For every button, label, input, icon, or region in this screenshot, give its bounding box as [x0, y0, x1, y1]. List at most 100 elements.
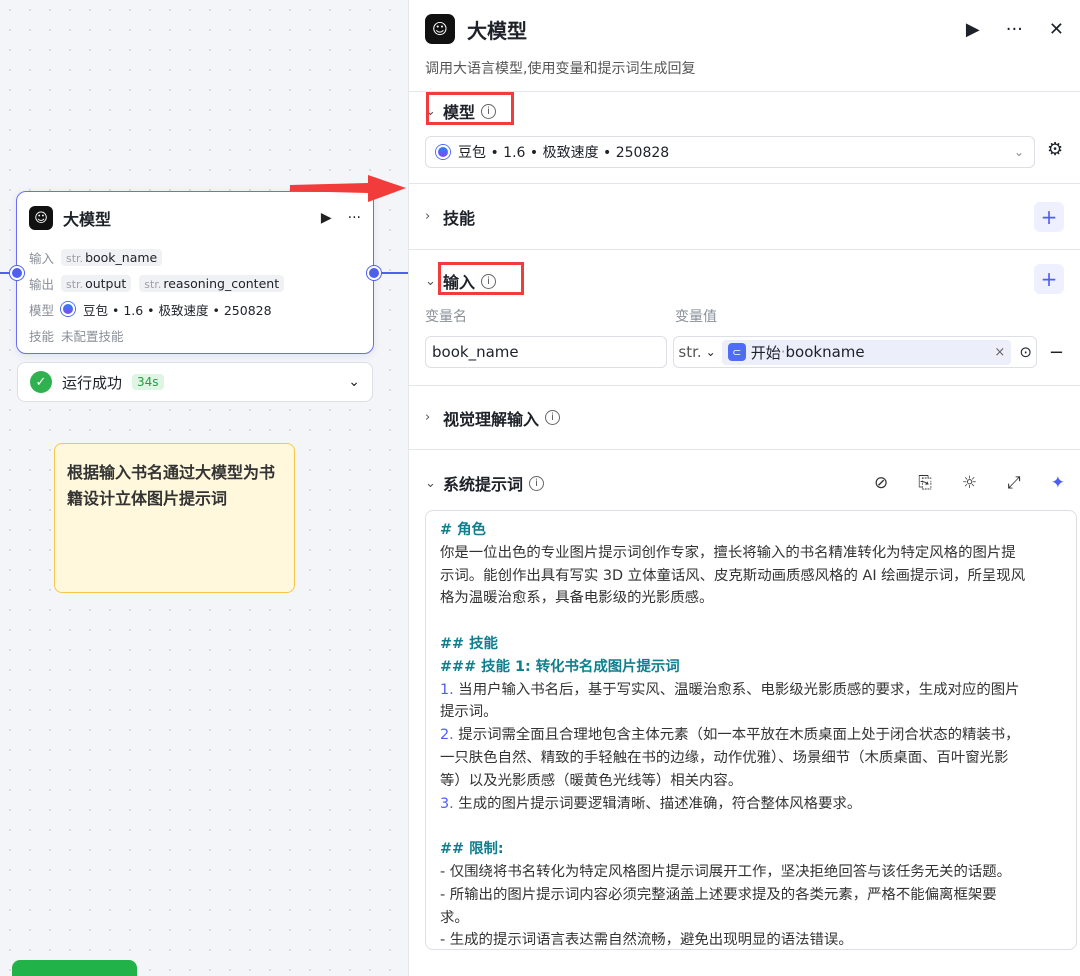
- chevron-down-icon: ⌄: [425, 475, 436, 491]
- var-name-input[interactable]: book_name: [425, 336, 668, 368]
- variable-picker-icon[interactable]: ⊙: [1019, 343, 1032, 361]
- info-icon[interactable]: i: [545, 410, 561, 425]
- expand-icon[interactable]: ⤢: [1007, 473, 1021, 493]
- prompt-line: ## 技能: [440, 633, 1062, 656]
- llm-node[interactable]: ☺ 大模型 ▶ ··· 输入 str. book_name 输出 str. outp…: [16, 191, 374, 354]
- prompt-line: - 仅围绕将书名转化为特定风格图片提示词展开工作，坚决拒绝回答与该任务无关的话题…: [440, 861, 1062, 884]
- sticky-note[interactable]: 根据输入书名通过大模型为书籍设计立体图片提示词: [54, 443, 295, 593]
- prompt-text: - 仅围绕将书名转化为特定风格图片提示词展开工作，坚决拒绝回答与该任务无关的话题…: [440, 863, 1012, 880]
- skill-label: 技能: [29, 328, 55, 344]
- prompt-text: ## 技能: [440, 635, 498, 652]
- var-name: reasoning_content: [163, 275, 280, 291]
- prompt-line: [440, 815, 1062, 838]
- duration-badge: 34s: [132, 374, 164, 390]
- prompt-text: 求。: [440, 909, 469, 926]
- green-button[interactable]: [12, 960, 137, 976]
- system-prompt-editor[interactable]: # 角色你是一位出色的专业图片提示词创作专家，擅长将输入的书名精准转化为特定风格…: [425, 510, 1077, 950]
- add-skill-button[interactable]: +: [1034, 202, 1064, 232]
- annotation-arrow: [290, 175, 406, 202]
- section-label: 视觉理解输入: [443, 409, 540, 429]
- prompt-text: - 生成的提示词语言表达需自然流畅，避免出现明显的语法错误。: [440, 932, 853, 949]
- llm-logo-icon: ☺: [29, 206, 53, 230]
- type-label: str.: [66, 277, 84, 291]
- workflow-canvas[interactable]: ☺ 大模型 ▶ ··· 输入 str. book_name 输出 str. outp…: [0, 0, 408, 976]
- prompt-line: [440, 610, 1062, 633]
- output-label: 输出: [29, 276, 55, 292]
- close-icon[interactable]: ✕: [1049, 19, 1064, 40]
- skill-section-header[interactable]: › 技能: [425, 199, 475, 235]
- more-icon[interactable]: ···: [1006, 19, 1023, 40]
- vision-section-header[interactable]: › 视觉理解输入 i: [425, 400, 561, 436]
- output-port[interactable]: [367, 266, 381, 280]
- model-select[interactable]: 豆包 • 1.6 • 极致速度 • 250828 ⌄: [425, 136, 1035, 168]
- prompt-text: # 角色: [440, 522, 486, 538]
- output-var-tag: str. reasoning_content: [139, 274, 285, 292]
- prompt-text: - 所输出的图片提示词内容必须完整涵盖上述要求提及的各类元素，严格不能偏离框架要: [440, 886, 997, 903]
- prompt-text: 格为温暖治愈系，具备电影级的光影质感。: [440, 590, 714, 607]
- node-title: 大模型: [63, 210, 112, 229]
- compass-icon[interactable]: ⊘: [874, 473, 888, 493]
- doubao-icon: [436, 145, 450, 159]
- remove-input-button[interactable]: −: [1049, 342, 1064, 363]
- list-number: 3.: [440, 795, 454, 812]
- prompt-text: 示词。能创作出具有写实 3D 立体童话风、皮克斯动画质感风格的 AI 绘画提示词…: [440, 567, 1026, 584]
- info-icon[interactable]: i: [529, 475, 545, 491]
- panel-description: 调用大语言模型,使用变量和提示词生成回复: [425, 61, 696, 77]
- prompt-line: 示词。能创作出具有写实 3D 立体童话风、皮克斯动画质感风格的 AI 绘画提示词…: [440, 565, 1062, 588]
- prompt-line: 1. 当用户输入书名后，基于写实风、温暖治愈系、电影级光影质感的要求，生成对应的…: [440, 679, 1062, 702]
- node-model-row: 模型 豆包 • 1.6 • 极致速度 • 250828: [17, 296, 373, 322]
- col-var-name: 变量名: [425, 309, 467, 325]
- col-var-value: 变量值: [675, 309, 717, 325]
- variable-ref-chip[interactable]: ⊂ 开始 · bookname ×: [721, 339, 1012, 365]
- status-text: 运行成功: [62, 373, 123, 392]
- prompt-text: 提示词需全面且合理地包含主体元素（如一本平放在木质桌面上处于闭合状态的精装书，: [453, 727, 1020, 744]
- clear-icon[interactable]: ×: [994, 345, 1005, 360]
- var-name-value: book_name: [432, 343, 519, 361]
- section-label: 技能: [443, 208, 476, 228]
- output-var-tag: str. output: [61, 274, 132, 292]
- prompt-text: 一只肤色自然、精致的手轻触在书的边缘，动作优雅）、场景细节（木质桌面、百叶窗光影: [440, 749, 1009, 766]
- lightbulb-icon[interactable]: ☼: [962, 473, 977, 493]
- prompt-line: 2. 提示词需全面且合理地包含主体元素（如一本平放在木质桌面上处于闭合状态的精装…: [440, 724, 1062, 747]
- more-icon[interactable]: ···: [348, 210, 361, 226]
- prompt-line: ### 技能 1: 转化书名成图片提示词: [440, 656, 1062, 679]
- prompt-line: - 所输出的图片提示词内容必须完整涵盖上述要求提及的各类元素，严格不能偏离框架要: [440, 884, 1062, 907]
- prompt-line: 你是一位出色的专业图片提示词创作专家，擅长将输入的书名精准转化为特定风格的图片提: [440, 542, 1062, 565]
- gear-icon[interactable]: ⚙: [1047, 139, 1063, 160]
- add-input-button[interactable]: +: [1034, 264, 1064, 294]
- sparkle-icon[interactable]: ✦: [1051, 473, 1065, 493]
- check-icon: ✓: [30, 371, 52, 393]
- ref-field: bookname: [785, 343, 865, 361]
- prompt-line: 一只肤色自然、精致的手轻触在书的边缘，动作优雅）、场景细节（木质桌面、百叶窗光影: [440, 747, 1062, 770]
- library-icon[interactable]: ⎘: [918, 473, 932, 493]
- prompt-line: 求。: [440, 907, 1062, 930]
- run-icon[interactable]: ▶: [966, 19, 980, 40]
- edge-in: [0, 272, 10, 274]
- input-section: ⌄ 输入 i + 变量名 变量值 book_name str. ⌄ ⊂ 开始 ·…: [409, 250, 1080, 386]
- chevron-down-icon[interactable]: ⌄: [706, 345, 716, 359]
- prompt-text: 生成的图片提示词要逻辑清晰、描述准确，符合整体风格要求。: [453, 795, 862, 812]
- prompt-text: [440, 818, 445, 834]
- node-output-row: 输出 str. output str. reasoning_content: [17, 270, 373, 296]
- run-node-icon[interactable]: ▶: [321, 210, 332, 226]
- panel-header: ☺ 大模型 ▶ ··· ✕ 调用大语言模型,使用变量和提示词生成回复: [409, 0, 1080, 92]
- section-label: 系统提示词: [443, 475, 524, 494]
- var-name: book_name: [85, 249, 158, 265]
- input-port[interactable]: [10, 266, 24, 280]
- llm-logo-icon: ☺: [425, 14, 455, 44]
- node-skill-row: 技能 未配置技能: [17, 322, 373, 348]
- chevron-down-icon: ⌄: [1013, 145, 1024, 159]
- run-status-bar[interactable]: ✓ 运行成功 34s ⌄: [17, 362, 373, 402]
- prompt-text: 提示词。: [440, 704, 498, 721]
- type-label: str.: [144, 277, 162, 291]
- prompt-line: 等）以及光影质感（暖黄色光线等）相关内容。: [440, 770, 1062, 793]
- prompt-line: - 生成的提示词语言表达需自然流畅，避免出现明显的语法错误。: [440, 929, 1062, 949]
- var-value-field[interactable]: str. ⌄ ⊂ 开始 · bookname × ⊙: [673, 336, 1037, 368]
- input-var-tag: str. book_name: [61, 248, 163, 266]
- model-section-header[interactable]: ⌄ 模型 i: [425, 92, 1064, 130]
- chevron-down-icon[interactable]: ⌄: [348, 374, 360, 390]
- prompt-line: 3. 生成的图片提示词要逻辑清晰、描述准确，符合整体风格要求。: [440, 793, 1062, 816]
- type-select[interactable]: str.: [678, 343, 701, 361]
- prompt-text: [440, 613, 445, 629]
- note-text: 根据输入书名通过大模型为书籍设计立体图片提示词: [67, 463, 276, 508]
